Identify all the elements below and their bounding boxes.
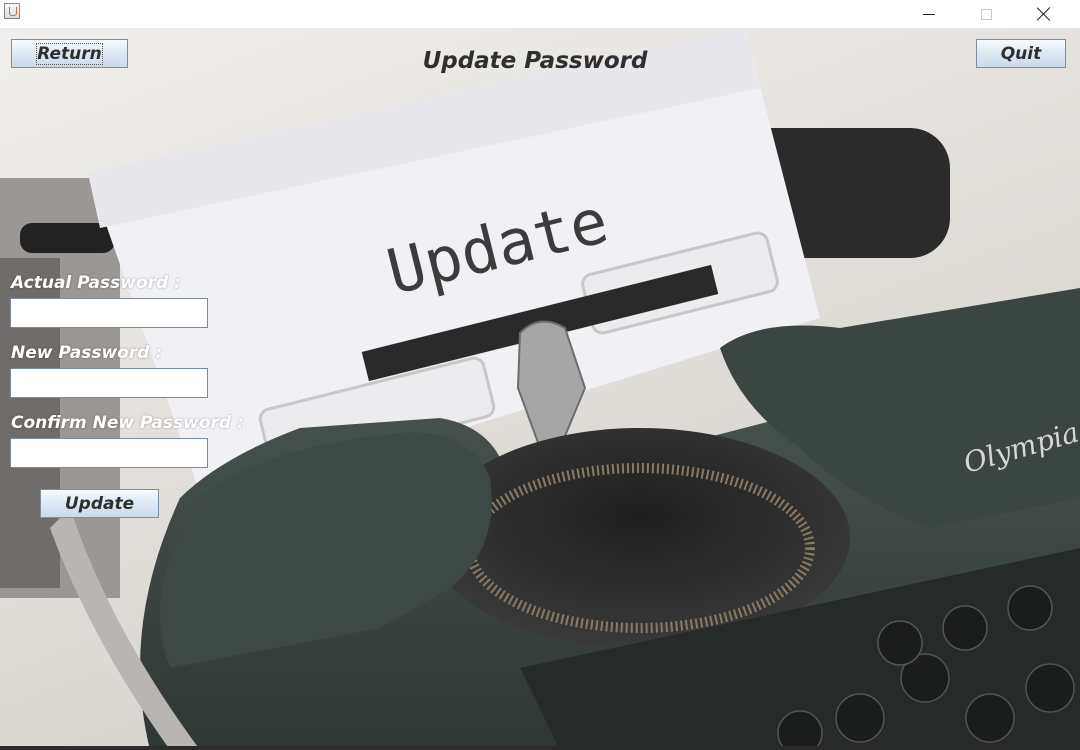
quit-button[interactable]: Quit — [976, 39, 1066, 68]
return-button-label: Return — [36, 42, 103, 65]
update-button[interactable]: Update — [40, 489, 159, 518]
quit-button-label: Quit — [1000, 43, 1042, 64]
maximize-icon — [980, 8, 992, 20]
maximize-button[interactable] — [963, 0, 1009, 28]
window-title-bar — [0, 0, 1080, 28]
confirm-password-field[interactable] — [10, 438, 208, 468]
close-button[interactable] — [1021, 0, 1067, 28]
return-button[interactable]: Return — [11, 39, 128, 68]
actual-password-field[interactable] — [10, 298, 208, 328]
actual-password-label: Actual Password : — [11, 273, 181, 293]
minimize-icon — [923, 13, 935, 15]
page-title: Update Password — [422, 48, 648, 74]
close-icon — [1036, 6, 1052, 22]
new-password-field[interactable] — [10, 368, 208, 398]
new-password-label: New Password : — [11, 343, 163, 363]
confirm-password-label: Confirm New Password : — [11, 413, 244, 433]
java-cup-icon — [4, 3, 20, 19]
update-button-label: Update — [64, 493, 135, 514]
minimize-button[interactable] — [906, 0, 952, 28]
window-bottom-edge — [0, 746, 1080, 750]
